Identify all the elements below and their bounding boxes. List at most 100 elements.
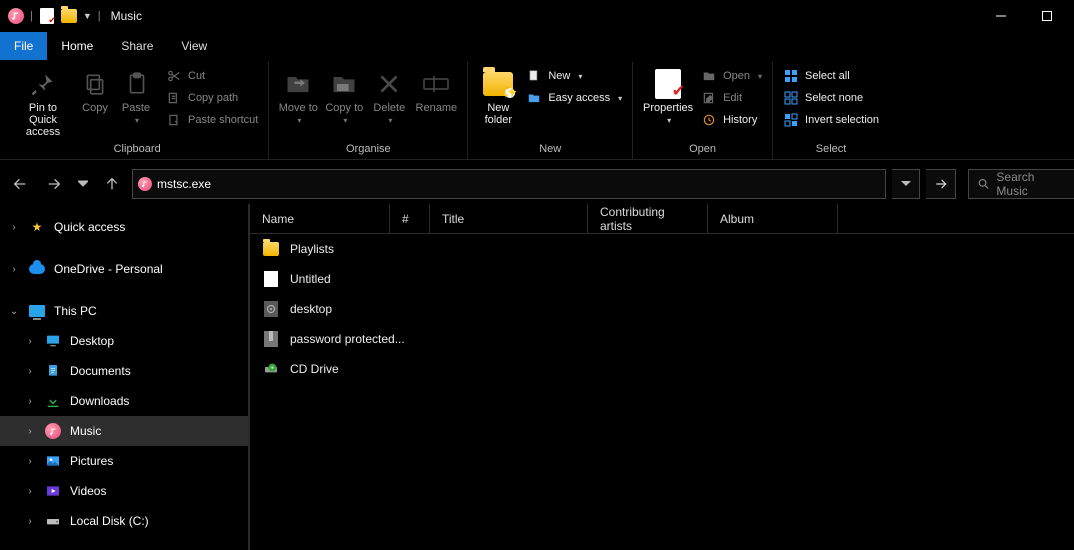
tree-onedrive[interactable]: › OneDrive - Personal (0, 254, 249, 284)
expand-icon[interactable]: › (8, 222, 20, 233)
column-album[interactable]: Album (708, 204, 838, 233)
rename-label: Rename (416, 102, 458, 114)
column-number[interactable]: # (390, 204, 430, 233)
column-name[interactable]: Name (250, 204, 390, 233)
pin-quick-access-button[interactable]: Pin to Quick access (12, 66, 74, 140)
tree-music[interactable]: › Music (0, 416, 249, 446)
file-list[interactable]: Name # Title Contributing artists Album … (250, 204, 1074, 550)
history-icon (701, 112, 717, 128)
paste-label: Paste▾ (122, 102, 152, 126)
group-organise: Move to▾ Copy to▾ Delete▾ Rename (269, 62, 468, 159)
column-title[interactable]: Title (430, 204, 588, 233)
address-input[interactable] (157, 177, 885, 191)
recent-locations-button[interactable] (74, 170, 92, 198)
open-button[interactable]: Open ▾ (697, 66, 766, 86)
navigation-pane[interactable]: › ★ Quick access › OneDrive - Personal ⌄… (0, 204, 250, 550)
qat-folder-icon[interactable] (61, 8, 77, 24)
column-contributing[interactable]: Contributing artists (588, 204, 708, 233)
expand-icon[interactable]: › (24, 516, 36, 527)
tab-view[interactable]: View (167, 32, 221, 60)
tab-file[interactable]: File (0, 32, 47, 60)
expand-icon[interactable]: › (24, 396, 36, 407)
cddrive-icon (262, 360, 280, 378)
copy-path-label: Copy path (188, 92, 238, 104)
star-icon: ★ (28, 218, 46, 236)
tab-share[interactable]: Share (107, 32, 167, 60)
delete-button[interactable]: Delete▾ (367, 66, 411, 128)
search-box[interactable]: Search Music (968, 169, 1074, 199)
tree-local-disk[interactable]: › Local Disk (C:) (0, 506, 249, 536)
open-label: Open (723, 70, 750, 82)
forward-button[interactable] (40, 170, 68, 198)
select-all-button[interactable]: Select all (779, 66, 883, 86)
address-history-button[interactable] (892, 169, 920, 199)
expand-icon[interactable]: › (24, 486, 36, 497)
group-open: ✔ Properties▾ Open ▾ Edit (633, 62, 773, 159)
separator-icon: | (98, 10, 101, 22)
list-item-playlists[interactable]: Playlists (250, 234, 1074, 264)
item-name: CD Drive (290, 362, 339, 376)
copy-label: Copy (82, 102, 108, 114)
qat-properties-icon[interactable] (39, 8, 55, 24)
expand-icon[interactable]: › (24, 456, 36, 467)
list-item-cddrive[interactable]: CD Drive (250, 354, 1074, 384)
chevron-down-icon: ▾ (667, 116, 671, 125)
scissors-icon (166, 68, 182, 84)
chevron-down-icon: ▾ (758, 72, 762, 81)
paste-shortcut-button[interactable]: Paste shortcut (162, 110, 262, 130)
tree-videos[interactable]: › Videos (0, 476, 249, 506)
tree-documents[interactable]: › Documents (0, 356, 249, 386)
copyto-icon (328, 68, 360, 100)
list-item-password[interactable]: password protected... (250, 324, 1074, 354)
tree-quick-access[interactable]: › ★ Quick access (0, 212, 249, 242)
expand-icon[interactable]: › (8, 264, 20, 275)
back-button[interactable] (6, 170, 34, 198)
select-none-button[interactable]: Select none (779, 88, 883, 108)
copyto-label: Copy to▾ (325, 102, 363, 126)
up-button[interactable] (98, 170, 126, 198)
tab-home[interactable]: Home (47, 32, 107, 60)
expand-icon[interactable]: › (24, 426, 36, 437)
paste-shortcut-label: Paste shortcut (188, 114, 258, 126)
rename-button[interactable]: Rename (411, 66, 461, 116)
paste-button[interactable]: Paste▾ (116, 66, 158, 128)
move-to-button[interactable]: Move to▾ (275, 66, 321, 128)
copy-path-button[interactable]: Copy path (162, 88, 262, 108)
address-go-button[interactable] (926, 169, 956, 199)
history-label: History (723, 114, 757, 126)
new-folder-button[interactable]: ✨ New folder (474, 66, 522, 128)
item-name: desktop (290, 302, 332, 316)
paste-icon (121, 68, 153, 100)
history-button[interactable]: History (697, 110, 766, 130)
ribbon-tabs: File Home Share View (0, 32, 1074, 60)
new-item-button[interactable]: New ▾ (522, 66, 626, 86)
minimize-button[interactable] (978, 1, 1024, 31)
list-item-untitled[interactable]: Untitled (250, 264, 1074, 294)
delete-icon (373, 68, 405, 100)
list-item-desktop[interactable]: desktop (250, 294, 1074, 324)
expand-icon[interactable]: › (24, 366, 36, 377)
pc-icon (28, 302, 46, 320)
tree-desktop[interactable]: › Desktop (0, 326, 249, 356)
easy-access-button[interactable]: Easy access ▾ (522, 88, 626, 108)
tree-pictures[interactable]: › Pictures (0, 446, 249, 476)
maximize-button[interactable] (1024, 1, 1070, 31)
downloads-icon (44, 392, 62, 410)
title-bar: | ▼ | Music (0, 0, 1074, 32)
properties-button[interactable]: ✔ Properties▾ (639, 66, 697, 128)
qat-dropdown-icon[interactable]: ▼ (83, 11, 92, 21)
copy-button[interactable]: Copy (74, 66, 116, 116)
copy-to-button[interactable]: Copy to▾ (321, 66, 367, 128)
address-bar[interactable] (132, 169, 886, 199)
tree-downloads[interactable]: › Downloads (0, 386, 249, 416)
edit-button[interactable]: Edit (697, 88, 766, 108)
tree-this-pc[interactable]: ⌄ This PC (0, 296, 249, 326)
easyaccess-icon (526, 90, 542, 106)
collapse-icon[interactable]: ⌄ (8, 306, 20, 317)
tree-label: Pictures (70, 454, 113, 468)
newfolder-label: New folder (476, 102, 520, 126)
body: › ★ Quick access › OneDrive - Personal ⌄… (0, 204, 1074, 550)
invert-selection-button[interactable]: Invert selection (779, 110, 883, 130)
expand-icon[interactable]: › (24, 336, 36, 347)
cut-button[interactable]: Cut (162, 66, 262, 86)
